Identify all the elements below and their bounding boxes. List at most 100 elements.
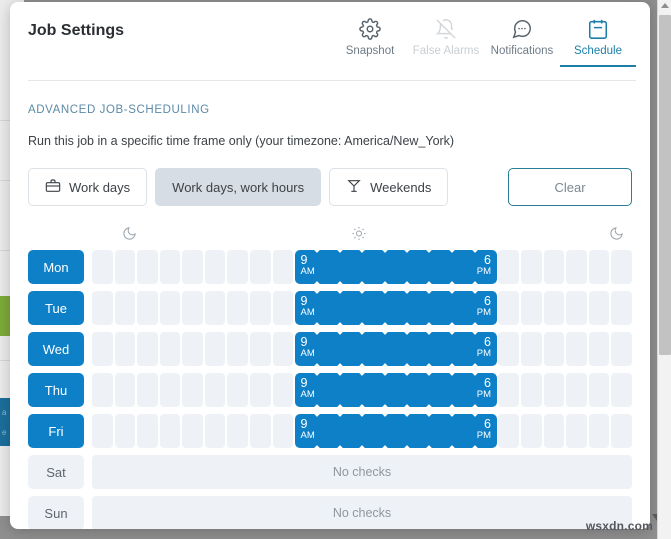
hour-cell[interactable] xyxy=(588,414,610,448)
hour-cell[interactable] xyxy=(520,414,542,448)
hour-cell[interactable] xyxy=(272,250,294,284)
day-toggle-mon[interactable]: Mon xyxy=(28,250,84,284)
hour-cell[interactable] xyxy=(566,250,587,284)
hour-cell[interactable] xyxy=(227,332,249,366)
scrollbar-thumb[interactable] xyxy=(659,15,671,355)
hour-cell[interactable] xyxy=(250,332,271,366)
hour-cell[interactable] xyxy=(498,414,519,448)
time-range-bar[interactable]: 9 AM 6 PM xyxy=(294,329,497,369)
hour-cell[interactable] xyxy=(543,373,565,407)
tab-schedule[interactable]: Schedule xyxy=(560,16,636,67)
hour-cell[interactable] xyxy=(611,414,632,448)
hour-cell[interactable] xyxy=(543,250,565,284)
hour-cell[interactable] xyxy=(92,373,113,407)
hour-cell[interactable] xyxy=(272,373,294,407)
hour-cell[interactable] xyxy=(182,414,203,448)
hour-cell[interactable] xyxy=(588,250,610,284)
hour-cell[interactable] xyxy=(182,250,203,284)
hour-cell[interactable] xyxy=(566,414,587,448)
hour-cell[interactable] xyxy=(250,291,271,325)
hour-cell[interactable] xyxy=(611,332,632,366)
hour-cell[interactable] xyxy=(114,414,136,448)
hour-cell[interactable] xyxy=(159,373,181,407)
hour-cell[interactable] xyxy=(543,332,565,366)
no-checks-track[interactable]: No checks xyxy=(92,455,632,489)
hour-cell[interactable] xyxy=(250,414,271,448)
hour-cell[interactable] xyxy=(204,414,226,448)
hour-cell[interactable] xyxy=(520,250,542,284)
hour-cell[interactable] xyxy=(159,291,181,325)
hour-cell[interactable] xyxy=(566,373,587,407)
preset-work-days-button[interactable]: Work days xyxy=(28,168,148,206)
hour-cell[interactable] xyxy=(250,373,271,407)
hour-cell[interactable] xyxy=(92,250,113,284)
tab-false-alarms[interactable]: False Alarms xyxy=(408,16,484,67)
day-toggle-sun[interactable]: Sun xyxy=(28,496,84,529)
hour-cell[interactable] xyxy=(114,250,136,284)
hour-cell[interactable] xyxy=(227,250,249,284)
hour-cell[interactable] xyxy=(114,373,136,407)
day-toggle-wed[interactable]: Wed xyxy=(28,332,84,366)
vertical-scrollbar[interactable] xyxy=(657,0,671,539)
scroll-up-arrow-icon[interactable] xyxy=(661,3,669,8)
hour-cell[interactable] xyxy=(137,414,158,448)
time-range-bar[interactable]: 9 AM 6 PM xyxy=(294,411,497,451)
day-toggle-tue[interactable]: Tue xyxy=(28,291,84,325)
hour-cell[interactable] xyxy=(272,291,294,325)
hour-cell[interactable] xyxy=(611,291,632,325)
hour-cell[interactable] xyxy=(227,291,249,325)
hour-cell[interactable] xyxy=(498,373,519,407)
hour-cell[interactable] xyxy=(520,291,542,325)
hour-cell[interactable] xyxy=(272,414,294,448)
hour-cell[interactable] xyxy=(182,291,203,325)
hour-cell[interactable] xyxy=(159,414,181,448)
day-toggle-fri[interactable]: Fri xyxy=(28,414,84,448)
tab-notifications[interactable]: Notifications xyxy=(484,16,560,67)
hour-cell[interactable] xyxy=(543,414,565,448)
hour-cell[interactable] xyxy=(92,414,113,448)
hour-cell[interactable] xyxy=(250,250,271,284)
hour-cell[interactable] xyxy=(520,332,542,366)
hour-cell[interactable] xyxy=(611,373,632,407)
hour-cell[interactable] xyxy=(182,332,203,366)
time-range-bar[interactable]: 9 AM 6 PM xyxy=(294,370,497,410)
hour-cell[interactable] xyxy=(137,373,158,407)
day-toggle-sat[interactable]: Sat xyxy=(28,455,84,489)
hour-cell[interactable] xyxy=(204,332,226,366)
hour-cell[interactable] xyxy=(227,414,249,448)
hour-cell[interactable] xyxy=(204,250,226,284)
hour-cell[interactable] xyxy=(498,332,519,366)
hour-cell[interactable] xyxy=(566,291,587,325)
hour-cell[interactable] xyxy=(204,373,226,407)
time-range-bar[interactable]: 9 AM 6 PM xyxy=(294,288,497,328)
time-range-bar[interactable]: 9 AM 6 PM xyxy=(294,247,497,287)
preset-work-days-work-hours-button[interactable]: Work days, work hours xyxy=(155,168,322,206)
hour-cell[interactable] xyxy=(588,332,610,366)
hour-cell[interactable] xyxy=(114,291,136,325)
hour-cell[interactable] xyxy=(182,373,203,407)
hour-cell[interactable] xyxy=(543,291,565,325)
hour-cell[interactable] xyxy=(92,332,113,366)
hour-cell[interactable] xyxy=(611,250,632,284)
preset-weekends-button[interactable]: Weekends xyxy=(329,168,449,206)
hour-cell[interactable] xyxy=(588,291,610,325)
hour-cell[interactable] xyxy=(588,373,610,407)
no-checks-track[interactable]: No checks xyxy=(92,496,632,529)
clear-button[interactable]: Clear xyxy=(508,168,632,206)
day-toggle-thu[interactable]: Thu xyxy=(28,373,84,407)
hour-cell[interactable] xyxy=(566,332,587,366)
hour-cell[interactable] xyxy=(498,250,519,284)
hour-cell[interactable] xyxy=(520,373,542,407)
tab-snapshot[interactable]: Snapshot xyxy=(332,16,408,67)
hour-cell[interactable] xyxy=(114,332,136,366)
hour-cell[interactable] xyxy=(159,332,181,366)
hour-cell[interactable] xyxy=(204,291,226,325)
hour-cell[interactable] xyxy=(272,332,294,366)
hour-cell[interactable] xyxy=(137,332,158,366)
hour-cell[interactable] xyxy=(227,373,249,407)
hour-cell[interactable] xyxy=(137,291,158,325)
hour-cell[interactable] xyxy=(498,291,519,325)
hour-cell[interactable] xyxy=(92,291,113,325)
hour-cell[interactable] xyxy=(137,250,158,284)
hour-cell[interactable] xyxy=(159,250,181,284)
